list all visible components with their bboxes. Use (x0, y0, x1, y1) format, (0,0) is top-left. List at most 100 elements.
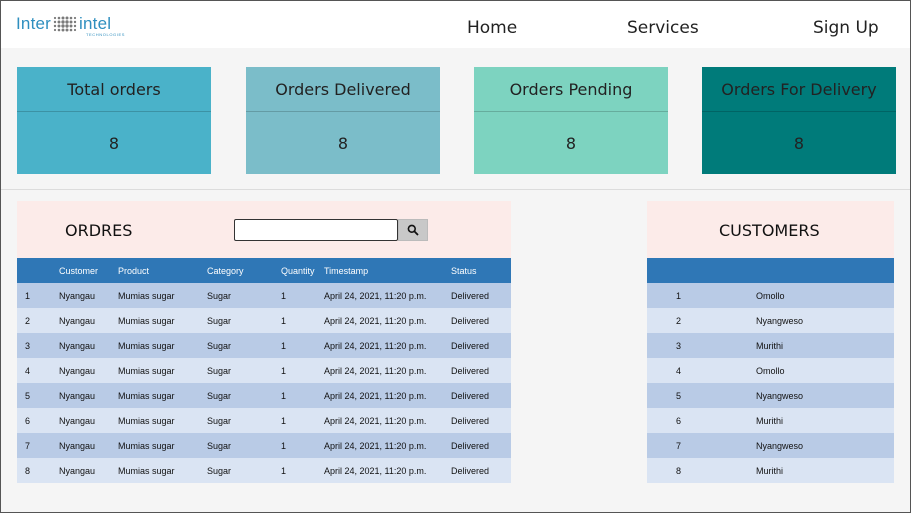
brand-logo[interactable]: Inter intel TECHNOLOGIES (16, 14, 124, 38)
cell-customer-name: Nyangweso (756, 308, 894, 333)
card-title: Orders Pending (474, 67, 668, 112)
customers-title: CUSTOMERS (719, 221, 820, 240)
cell-product: Mumias sugar (118, 383, 207, 408)
cell-status: Delivered (451, 383, 511, 408)
cell-timestamp: April 24, 2021, 11:20 p.m. (324, 333, 451, 358)
orders-title: ORDRES (65, 221, 133, 240)
cell-customer: Nyangau (59, 308, 118, 333)
table-row[interactable]: 3 Nyangau Mumias sugar Sugar 1 April 24, 2021… (17, 333, 511, 358)
nav-home[interactable]: Home (467, 18, 517, 38)
cell-quantity: 1 (281, 308, 324, 333)
cell-product: Mumias sugar (118, 458, 207, 483)
table-row[interactable]: 2 Nyangweso (647, 308, 894, 333)
cell-category: Sugar (207, 333, 281, 358)
cell-status: Delivered (451, 333, 511, 358)
cell-index: 3 (17, 333, 59, 358)
cell-customer: Nyangau (59, 333, 118, 358)
col-quantity: Quantity (281, 258, 324, 283)
cell-quantity: 1 (281, 333, 324, 358)
cell-quantity: 1 (281, 383, 324, 408)
orders-search-button[interactable] (398, 219, 428, 241)
table-row[interactable]: 5 Nyangau Mumias sugar Sugar 1 April 24, 2021… (17, 383, 511, 408)
card-value: 8 (565, 133, 577, 153)
cell-status: Delivered (451, 308, 511, 333)
table-row[interactable]: 4 Omollo (647, 358, 894, 383)
card-title: Orders Delivered (246, 67, 440, 112)
cell-customer: Nyangau (59, 283, 118, 308)
cell-quantity: 1 (281, 283, 324, 308)
card-title: Total orders (17, 67, 211, 112)
cell-index: 1 (17, 283, 59, 308)
cell-customer: Nyangau (59, 358, 118, 383)
cell-customer: Nyangau (59, 458, 118, 483)
cell-customer-name: Nyangweso (756, 383, 894, 408)
cell-quantity: 1 (281, 408, 324, 433)
top-bar: Inter intel TECHNOLOGIES Home Services S… (0, 0, 911, 48)
table-row[interactable]: 1 Omollo (647, 283, 894, 308)
cell-index: 7 (17, 433, 59, 458)
cell-category: Sugar (207, 458, 281, 483)
search-icon (407, 224, 419, 236)
cell-timestamp: April 24, 2021, 11:20 p.m. (324, 283, 451, 308)
table-row[interactable]: 5 Nyangweso (647, 383, 894, 408)
cell-customer-name: Omollo (756, 283, 894, 308)
cell-customer: Nyangau (59, 408, 118, 433)
table-row[interactable]: 7 Nyangau Mumias sugar Sugar 1 April 24, 2021… (17, 433, 511, 458)
card-orders-for-delivery: Orders For Delivery 8 (702, 67, 896, 174)
table-row[interactable]: 4 Nyangau Mumias sugar Sugar 1 April 24, 2021… (17, 358, 511, 383)
cell-status: Delivered (451, 433, 511, 458)
orders-search-input[interactable] (234, 219, 398, 241)
cell-status: Delivered (451, 283, 511, 308)
cell-index: 7 (647, 433, 756, 458)
cell-customer-name: Murithi (756, 458, 894, 483)
table-row[interactable]: 1 Nyangau Mumias sugar Sugar 1 April 24, 2021… (17, 283, 511, 308)
col-customer: Customer (59, 258, 118, 283)
card-value: 8 (337, 133, 349, 153)
section-divider (0, 189, 911, 190)
cell-quantity: 1 (281, 433, 324, 458)
cell-index: 2 (17, 308, 59, 333)
cell-category: Sugar (207, 283, 281, 308)
table-row[interactable]: 8 Nyangau Mumias sugar Sugar 1 April 24, 2021… (17, 458, 511, 483)
cell-index: 2 (647, 308, 756, 333)
nav-sign-up[interactable]: Sign Up (813, 18, 879, 38)
nav-services[interactable]: Services (627, 18, 699, 38)
cell-product: Mumias sugar (118, 408, 207, 433)
cell-category: Sugar (207, 433, 281, 458)
cell-index: 8 (647, 458, 756, 483)
cell-index: 6 (17, 408, 59, 433)
logo-dots-icon (53, 16, 77, 32)
cell-category: Sugar (207, 408, 281, 433)
cell-product: Mumias sugar (118, 333, 207, 358)
cell-product: Mumias sugar (118, 308, 207, 333)
cell-status: Delivered (451, 408, 511, 433)
cell-index: 8 (17, 458, 59, 483)
cell-index: 3 (647, 333, 756, 358)
cell-timestamp: April 24, 2021, 11:20 p.m. (324, 458, 451, 483)
card-orders-pending: Orders Pending 8 (474, 67, 668, 174)
table-row[interactable]: 7 Nyangweso (647, 433, 894, 458)
cell-customer-name: Murithi (756, 408, 894, 433)
cell-status: Delivered (451, 458, 511, 483)
logo-subtitle: TECHNOLOGIES (86, 32, 125, 37)
table-row[interactable]: 3 Murithi (647, 333, 894, 358)
cell-status: Delivered (451, 358, 511, 383)
table-row[interactable]: 6 Nyangau Mumias sugar Sugar 1 April 24, 2021… (17, 408, 511, 433)
cell-index: 4 (17, 358, 59, 383)
cell-timestamp: April 24, 2021, 11:20 p.m. (324, 358, 451, 383)
cell-customer-name: Omollo (756, 358, 894, 383)
cell-product: Mumias sugar (118, 433, 207, 458)
cell-timestamp: April 24, 2021, 11:20 p.m. (324, 383, 451, 408)
cell-index: 4 (647, 358, 756, 383)
table-row[interactable]: 2 Nyangau Mumias sugar Sugar 1 April 24, 2021… (17, 308, 511, 333)
col-timestamp: Timestamp (324, 258, 451, 283)
orders-table: Customer Product Category Quantity Times… (17, 258, 511, 483)
table-row[interactable]: 8 Murithi (647, 458, 894, 483)
cell-index: 6 (647, 408, 756, 433)
cell-index: 1 (647, 283, 756, 308)
cell-customer-name: Murithi (756, 333, 894, 358)
cell-category: Sugar (207, 383, 281, 408)
card-value: 8 (108, 133, 120, 153)
table-row[interactable]: 6 Murithi (647, 408, 894, 433)
cell-timestamp: April 24, 2021, 11:20 p.m. (324, 408, 451, 433)
